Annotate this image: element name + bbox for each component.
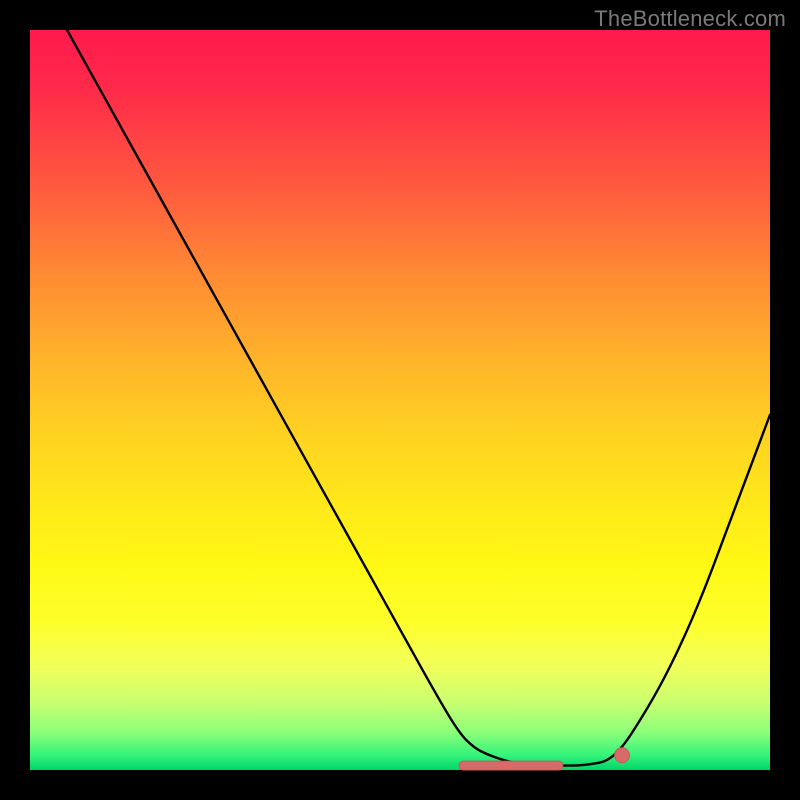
watermark-text: TheBottleneck.com bbox=[594, 6, 786, 32]
chart-frame: TheBottleneck.com bbox=[0, 0, 800, 800]
bottleneck-curve-svg bbox=[30, 30, 770, 770]
flat-region-dot bbox=[615, 748, 630, 763]
bottleneck-curve bbox=[67, 30, 770, 766]
flat-region-marker bbox=[459, 761, 563, 770]
plot-area bbox=[30, 30, 770, 770]
